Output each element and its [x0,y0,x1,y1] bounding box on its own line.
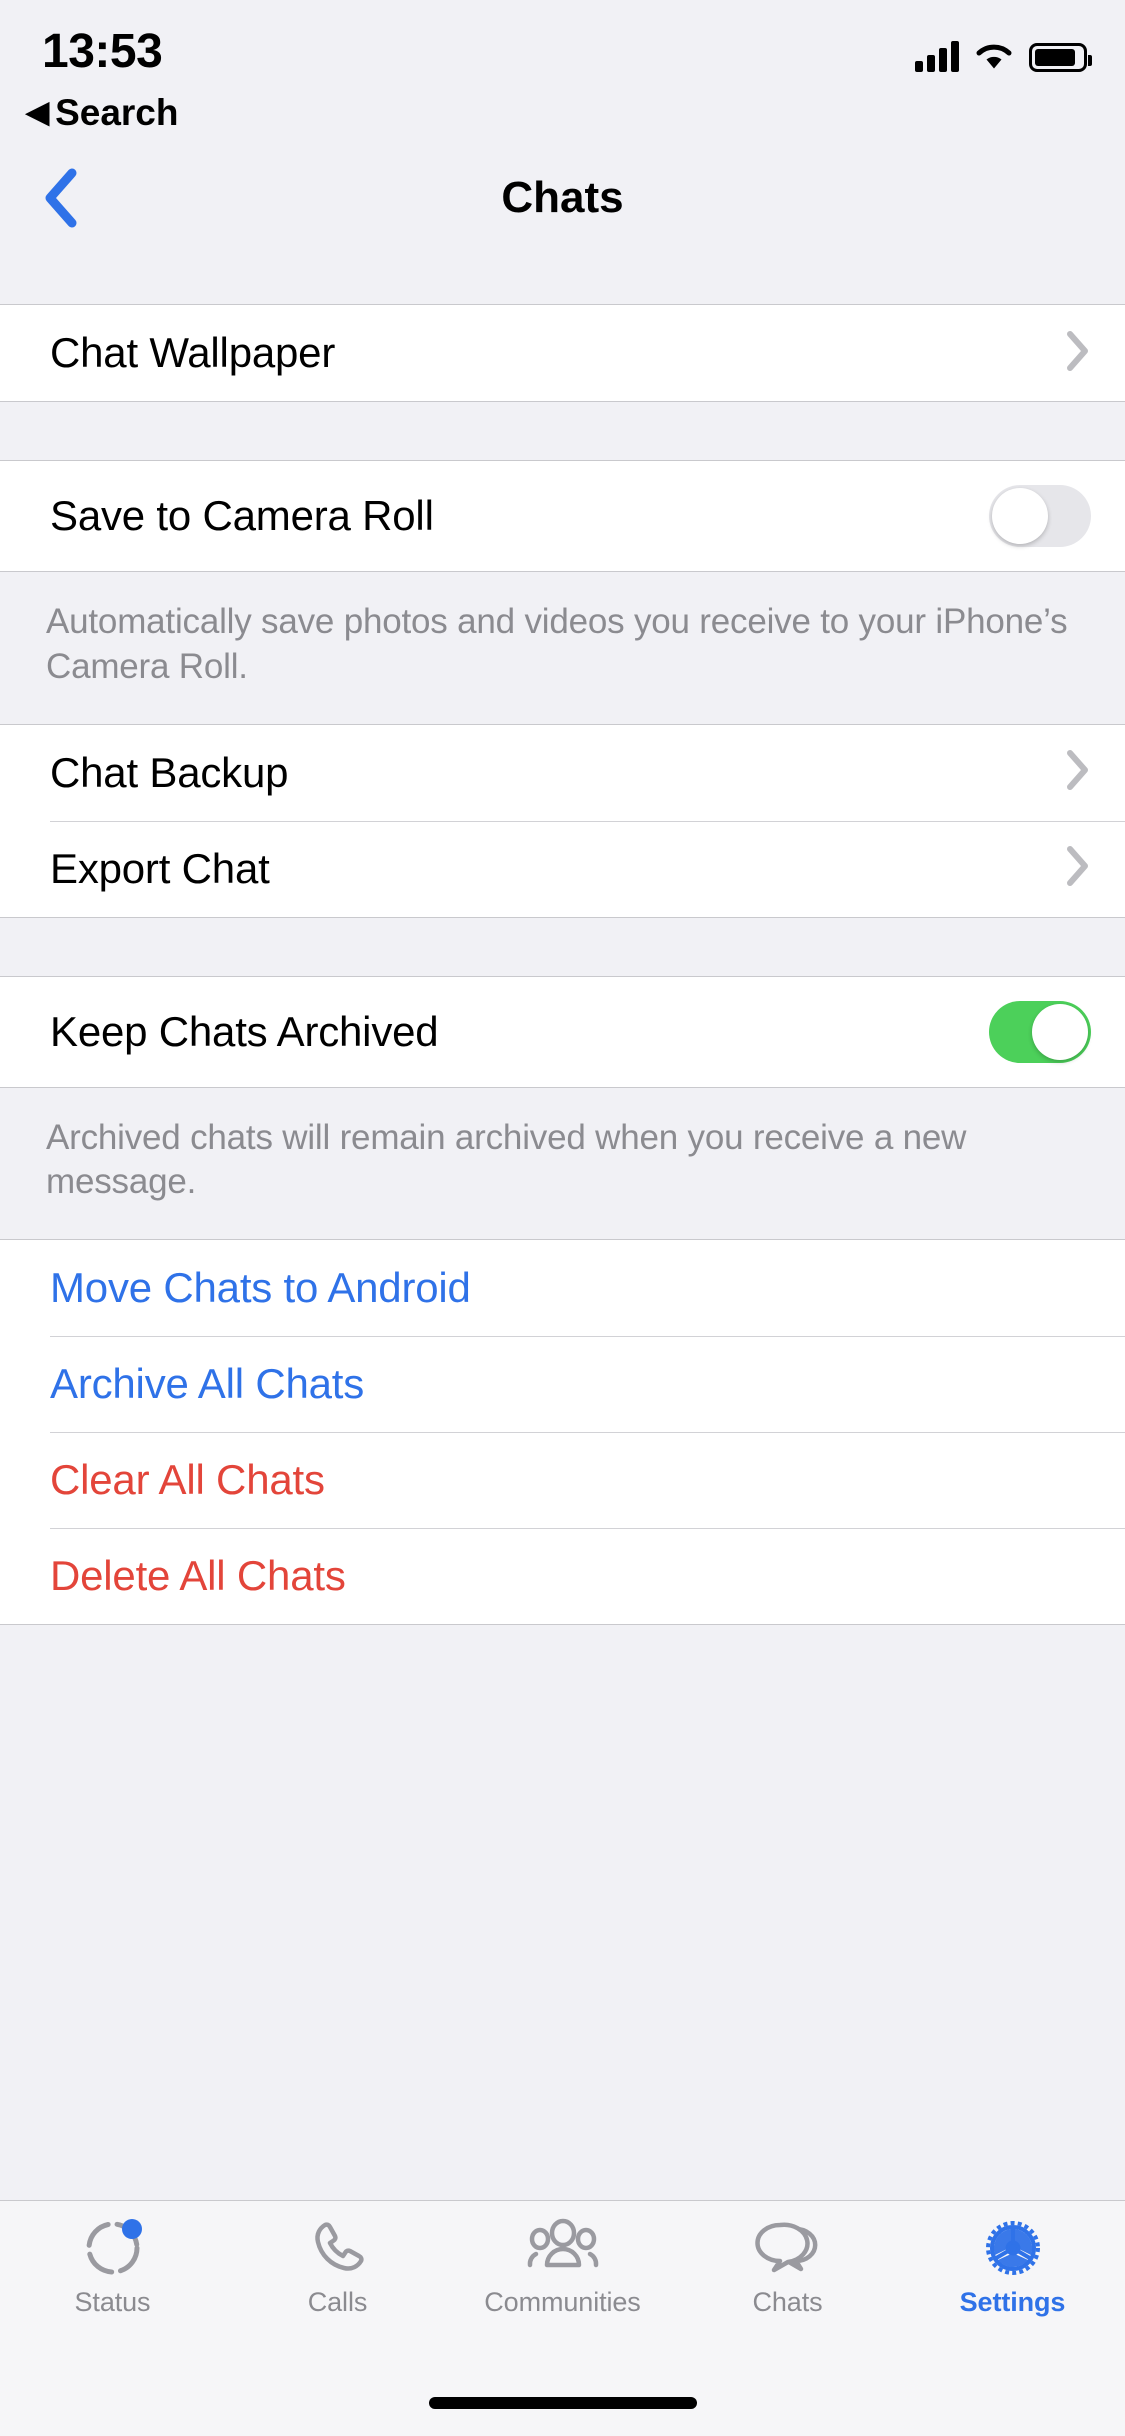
tab-status[interactable]: Status [0,2201,225,2318]
tab-status-label: Status [74,2287,151,2317]
row-clear-all-chats[interactable]: Clear All Chats [0,1432,1125,1529]
status-bar-indicators [915,30,1092,72]
back-triangle-icon: ◀ [26,96,50,129]
row-chat-backup-label: Chat Backup [50,748,289,796]
section-backup: Chat Backup Export Chat [0,723,1125,918]
status-bar-time: 13:53 [42,25,163,78]
tab-chats[interactable]: Chats [675,2201,900,2318]
row-keep-chats-archived-label: Keep Chats Archived [50,1007,439,1055]
row-delete-all-chats-label: Delete All Chats [50,1552,346,1600]
tab-settings[interactable]: Settings [900,2201,1125,2318]
phone-icon [307,2217,369,2279]
tab-communities-label: Communities [484,2287,641,2317]
navigation-bar: Chats [0,150,1125,246]
battery-icon [1029,43,1092,72]
chevron-right-icon [1065,748,1091,797]
footer-camera-roll: Automatically save photos and videos you… [0,572,1125,724]
section-archived: Keep Chats Archived [0,975,1125,1088]
footer-camera-roll-text: Automatically save photos and videos you… [46,602,1068,686]
gear-icon [981,2217,1045,2279]
status-bar-back-label: Search [55,92,179,133]
row-move-chats-to-android-label: Move Chats to Android [50,1264,471,1312]
iphone-screen: 13:53 ◀ Search Chats Chat Wallpaper Save… [0,0,1125,2436]
row-chat-wallpaper[interactable]: Chat Wallpaper [0,305,1125,401]
footer-archived: Archived chats will remain archived when… [0,1087,1125,1240]
row-archive-all-chats[interactable]: Archive All Chats [0,1336,1125,1433]
toggle-knob [992,488,1048,544]
communities-icon [527,2217,599,2279]
chevron-right-icon [1065,329,1091,378]
row-move-chats-to-android[interactable]: Move Chats to Android [0,1240,1125,1337]
section-actions: Move Chats to Android Archive All Chats … [0,1239,1125,1626]
tab-bar: Status Calls Communities Chats Settings [0,2200,1125,2370]
footer-archived-text: Archived chats will remain archived when… [46,1117,967,1202]
chat-bubbles-icon [752,2217,824,2279]
page-title: Chats [501,173,624,222]
status-bar: 13:53 ◀ Search [0,0,1125,150]
status-badge-dot [121,2219,142,2239]
row-chat-wallpaper-label: Chat Wallpaper [50,329,336,376]
save-to-camera-roll-toggle[interactable] [989,485,1091,547]
row-save-to-camera-roll-label: Save to Camera Roll [50,492,434,539]
row-clear-all-chats-label: Clear All Chats [50,1456,325,1504]
status-bar-back-to-search[interactable]: ◀ Search [26,92,179,134]
wifi-icon [976,44,1012,69]
tab-settings-label: Settings [959,2287,1066,2317]
section-gap-2 [0,917,1125,976]
section-camera-roll: Save to Camera Roll [0,460,1125,572]
row-keep-chats-archived[interactable]: Keep Chats Archived [0,976,1125,1087]
status-ring-icon [82,2217,144,2279]
home-indicator-area [0,2370,1125,2436]
section-gap-top [0,246,1125,304]
tab-chats-label: Chats [752,2287,823,2317]
tab-calls[interactable]: Calls [225,2201,450,2318]
home-indicator[interactable] [428,2397,697,2409]
tab-communities[interactable]: Communities [450,2201,675,2318]
signal-bars-icon [915,40,959,72]
row-save-to-camera-roll[interactable]: Save to Camera Roll [0,461,1125,571]
settings-list: Chat Wallpaper Save to Camera Roll Autom… [0,246,1125,2200]
row-export-chat-label: Export Chat [50,844,270,892]
row-archive-all-chats-label: Archive All Chats [50,1360,365,1408]
section-wallpaper: Chat Wallpaper [0,304,1125,402]
row-delete-all-chats[interactable]: Delete All Chats [0,1528,1125,1625]
section-gap-1 [0,402,1125,460]
chevron-right-icon [1065,844,1091,893]
toggle-knob [1032,1003,1088,1060]
row-chat-backup[interactable]: Chat Backup [0,724,1125,821]
tab-calls-label: Calls [307,2287,368,2317]
keep-chats-archived-toggle[interactable] [989,1000,1091,1063]
row-export-chat[interactable]: Export Chat [0,820,1125,917]
